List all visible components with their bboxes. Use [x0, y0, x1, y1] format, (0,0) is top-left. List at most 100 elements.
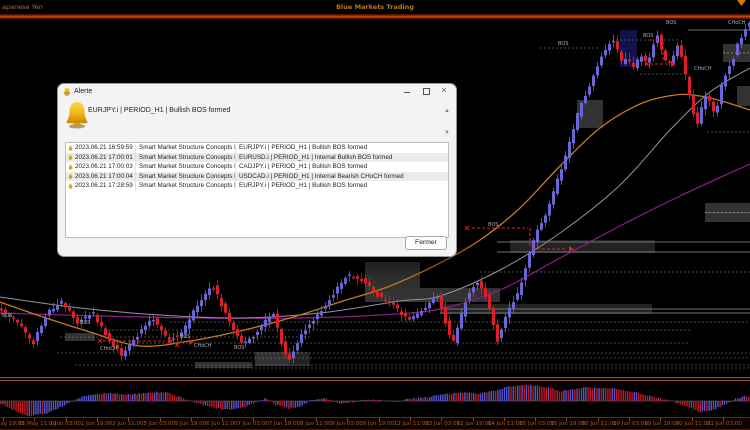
- window-titlebar: apanese Yen Blue Markets Trading: [0, 0, 750, 14]
- alerts-dialog: Alerte × EURJPY.i | PERIOD_H1 | Bullish …: [57, 83, 457, 257]
- svg-text:BOS: BOS: [180, 334, 190, 340]
- alert-row[interactable]: 2023.06.21 17:00:03 Smart Market Structur…: [66, 162, 448, 172]
- axis-tick: [378, 418, 380, 421]
- time-label: 9 Jun 03:00: [331, 421, 363, 427]
- axis-tick: [3, 418, 4, 421]
- svg-text:CHoCH: CHoCH: [100, 346, 118, 352]
- time-label: 19 Jun 19:00: [644, 421, 680, 427]
- alert-time: 2023.06.21 17:00:01: [75, 153, 133, 161]
- axis-tick: [65, 418, 67, 421]
- axis-tick: [503, 418, 505, 421]
- axis-tick: [441, 418, 443, 421]
- alert-message: EURJPY.i | PERIOD_H1 | Bullish BOS forme…: [235, 181, 448, 191]
- axis-tick: [597, 418, 599, 421]
- time-label: 13 Jun 19:00: [456, 421, 492, 427]
- dialog-title: Alerte: [74, 88, 93, 95]
- axis-tick: [34, 418, 36, 421]
- time-label: 6 Jun 11:00: [206, 421, 238, 427]
- alert-row[interactable]: 2023.06.21 16:59:59 Smart Market Structur…: [66, 143, 448, 153]
- axis-tick: [316, 418, 317, 421]
- time-label: 5 Jun 03:00: [143, 421, 175, 427]
- alert-source: Smart Market Structure Concepts MT...: [135, 171, 235, 181]
- alert-table[interactable]: 2023.06.21 16:59:59 Smart Market Structur…: [65, 142, 449, 238]
- axis-tick: [722, 418, 724, 421]
- maximize-button[interactable]: [417, 84, 435, 98]
- alert-time: 2023.06.21 16:59:59: [75, 144, 133, 151]
- svg-text:BOS: BOS: [643, 33, 653, 39]
- time-label: 7 Jun 19:00: [268, 421, 301, 427]
- svg-text:BOS: BOS: [2, 313, 12, 319]
- time-label: 9 Jun 19:00: [362, 421, 395, 427]
- svg-text:BOS: BOS: [558, 41, 568, 47]
- alert-bell-icon: [68, 173, 73, 179]
- axis-tick: [128, 418, 130, 421]
- time-label: 2 Jun 11:00: [112, 421, 144, 427]
- alert-bell-icon: [68, 145, 73, 151]
- time-label: 19 Jun 03:00: [613, 421, 648, 427]
- alert-time: 2023.06.21 17:00:04: [75, 172, 133, 180]
- time-label: 21 Jun 03:00: [706, 421, 742, 427]
- alert-row[interactable]: 2023.06.21 17:00:01 Smart Market Structur…: [66, 152, 448, 162]
- svg-text:BOS: BOS: [666, 20, 676, 26]
- alert-source: Smart Market Structure Concepts MT...: [135, 152, 235, 162]
- axis-tick: [347, 418, 349, 421]
- axis-tick: [660, 418, 662, 421]
- indicator-separator[interactable]: [0, 377, 750, 381]
- time-label: 13 Jun 03:00: [425, 421, 461, 427]
- alert-message: EURJPY.i | PERIOD_H1 | Bullish BOS forme…: [235, 143, 448, 153]
- svg-text:CHoCH: CHoCH: [728, 20, 746, 26]
- bell-icon: [63, 87, 71, 96]
- time-label: 15 Jun 19:00: [550, 421, 586, 427]
- time-label: 1 Jun 03:00: [49, 421, 82, 427]
- dialog-titlebar[interactable]: Alerte ×: [58, 84, 456, 98]
- time-label: 20 Jun 11:00: [675, 421, 711, 427]
- axis-tick: [159, 418, 161, 421]
- axis-tick: [96, 418, 98, 421]
- time-label: 5 Jun 19:00: [174, 421, 207, 427]
- axis-tick: [284, 418, 286, 421]
- scroll-up-icon[interactable]: ▲: [444, 108, 450, 114]
- axis-tick: [190, 418, 192, 421]
- axis-tick: [566, 418, 568, 421]
- price-marker-icon: [737, 0, 746, 6]
- axis-tick: [691, 418, 693, 421]
- alert-message: USDCAD.i | PERIOD_H1 | Internal Bearish …: [235, 171, 448, 181]
- alert-time: 2023.06.21 17:00:03: [75, 163, 133, 170]
- time-axis[interactable]: 30 May 19:0031 May 11:001 Jun 03:001 Jun…: [0, 418, 750, 429]
- alert-source: Smart Market Structure Concepts MT...: [135, 162, 235, 172]
- alert-bell-icon: [64, 100, 90, 130]
- alert-row[interactable]: 2023.06.21 17:00:04 Smart Market Structur…: [66, 171, 448, 181]
- window-top-border: [0, 14, 750, 19]
- time-label: 12 Jun 11:00: [393, 421, 429, 427]
- alert-bell-icon: [68, 154, 73, 160]
- alert-bell-icon: [68, 183, 73, 189]
- alert-row[interactable]: 2023.06.21 17:28:59 Smart Market Structur…: [66, 181, 448, 191]
- axis-tick: [222, 418, 224, 421]
- fermer-button[interactable]: Fermer: [405, 236, 447, 250]
- alert-bell-icon: [68, 164, 73, 170]
- minimize-button[interactable]: [398, 84, 416, 98]
- close-icon[interactable]: ×: [435, 84, 453, 98]
- axis-tick: [629, 418, 630, 421]
- time-label: 1 Jun 19:00: [80, 421, 113, 427]
- svg-text:CHoCH: CHoCH: [194, 343, 212, 349]
- svg-text:BOS: BOS: [488, 222, 498, 228]
- scroll-down-icon[interactable]: ▼: [444, 130, 450, 136]
- alert-source: Smart Market Structure Concepts MT...: [135, 143, 235, 153]
- svg-text:BOS: BOS: [234, 345, 244, 351]
- svg-text:BOS: BOS: [80, 320, 90, 326]
- time-label: 16 Jun 11:00: [581, 421, 617, 427]
- oscillator-panel: [0, 384, 750, 417]
- alert-summary: EURJPY.i | PERIOD_H1 | Bullish BOS forme…: [58, 98, 456, 142]
- axis-tick: [472, 418, 474, 421]
- alert-message: CADJPY.i | PERIOD_H1 | Bullish BOS forme…: [235, 162, 448, 172]
- time-label: 8 Jun 11:00: [300, 421, 332, 427]
- alert-message: EURUSD.i | PERIOD_H1 | Internal Bullish …: [235, 152, 448, 162]
- time-label: 7 Jun 03:00: [237, 421, 269, 427]
- alert-summary-text: EURJPY.i | PERIOD_H1 | Bullish BOS forme…: [88, 107, 231, 114]
- svg-text:CHoCH: CHoCH: [694, 66, 712, 72]
- axis-tick: [253, 418, 255, 421]
- axis-tick: [409, 418, 411, 421]
- alert-source: Smart Market Structure Concepts MT...: [135, 181, 235, 191]
- time-label: 15 Jun 03:00: [519, 421, 555, 427]
